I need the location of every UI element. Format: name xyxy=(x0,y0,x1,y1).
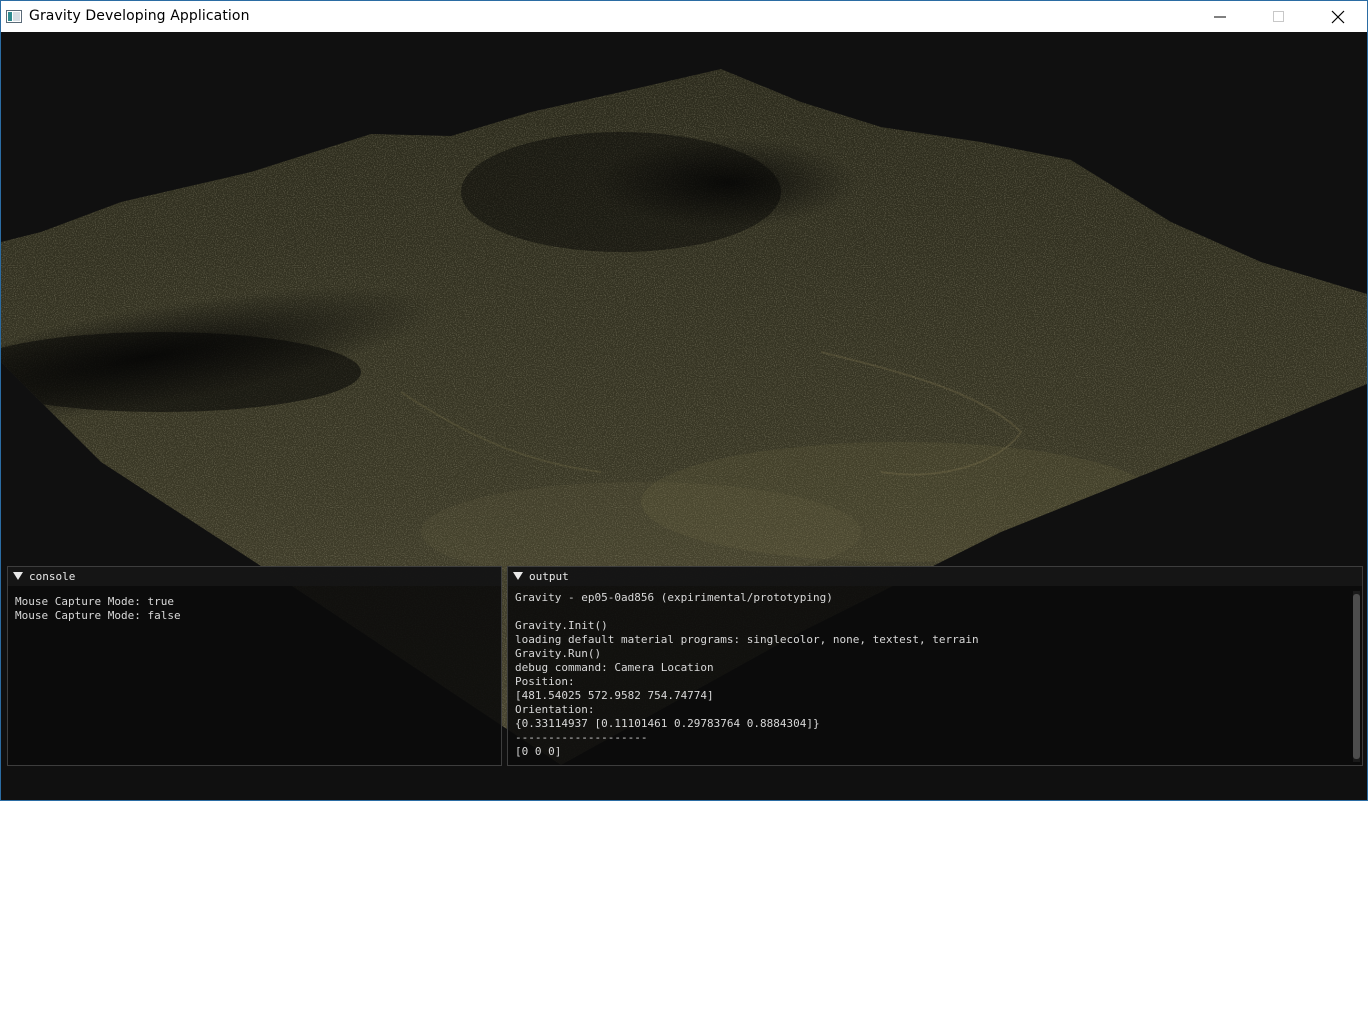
output-line: -------------------- xyxy=(515,731,648,744)
close-icon xyxy=(1331,10,1345,24)
title-bar[interactable]: Gravity Developing Application xyxy=(1,1,1367,32)
output-line: Position: xyxy=(515,675,575,688)
output-line: debug command: Camera Location xyxy=(515,661,714,674)
maximize-icon xyxy=(1273,11,1284,22)
console-log: Mouse Capture Mode: true Mouse Capture M… xyxy=(15,595,181,623)
output-line xyxy=(515,605,979,619)
output-line: Orientation: xyxy=(515,703,595,716)
output-line: loading default material programs: singl… xyxy=(515,633,979,646)
output-scrollbar[interactable] xyxy=(1353,591,1360,762)
window-title: Gravity Developing Application xyxy=(29,8,250,24)
console-title: console xyxy=(29,570,76,583)
minimize-button[interactable] xyxy=(1191,1,1249,32)
output-log: Gravity - ep05-0ad856 (expirimental/prot… xyxy=(515,591,979,759)
output-header[interactable]: output xyxy=(508,567,1362,586)
output-panel[interactable]: output Gravity - ep05-0ad856 (expiriment… xyxy=(507,566,1363,766)
render-viewport[interactable]: console Mouse Capture Mode: true Mouse C… xyxy=(1,32,1367,800)
output-title: output xyxy=(529,570,569,583)
scrollbar-thumb[interactable] xyxy=(1353,594,1360,759)
app-window-icon xyxy=(6,10,22,23)
collapse-arrow-icon[interactable] xyxy=(513,572,523,581)
output-line: Gravity.Run() xyxy=(515,647,602,660)
output-line: [481.54025 572.9582 754.74774] xyxy=(515,689,714,702)
close-button[interactable] xyxy=(1309,1,1367,32)
console-line: Mouse Capture Mode: false xyxy=(15,609,181,622)
output-line: {0.33114937 [0.11101461 0.29783764 0.888… xyxy=(515,717,820,730)
output-line: Gravity.Init() xyxy=(515,619,608,632)
minimize-icon xyxy=(1214,16,1226,18)
maximize-button[interactable] xyxy=(1250,1,1308,32)
output-line: Gravity - ep05-0ad856 (expirimental/prot… xyxy=(515,591,833,604)
console-line: Mouse Capture Mode: true xyxy=(15,595,174,608)
app-window: Gravity Developing Application console M… xyxy=(0,0,1368,801)
console-panel[interactable]: console Mouse Capture Mode: true Mouse C… xyxy=(7,566,502,766)
output-line: [0 0 0] xyxy=(515,745,562,758)
collapse-arrow-icon[interactable] xyxy=(13,572,23,581)
console-header[interactable]: console xyxy=(8,567,501,586)
